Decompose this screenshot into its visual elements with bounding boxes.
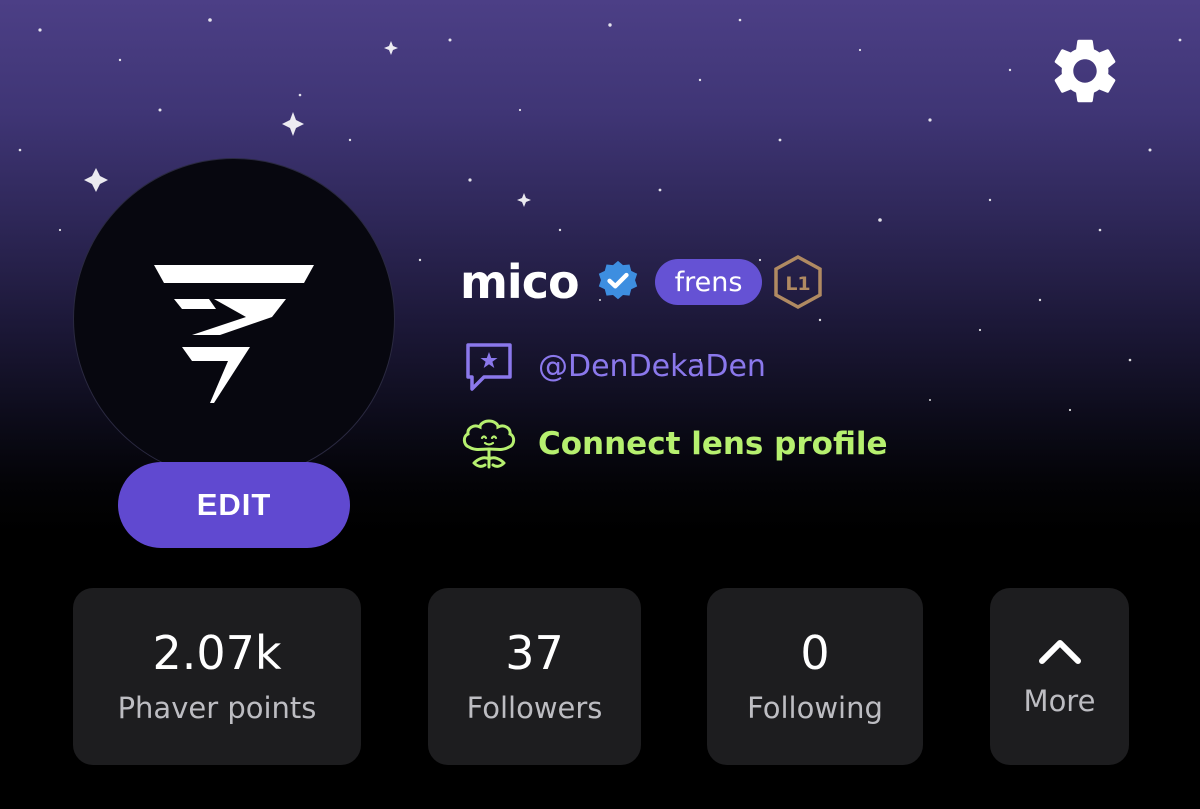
stat-following[interactable]: 0 Following: [707, 588, 923, 765]
stat-value: 0: [800, 626, 830, 681]
frens-badge[interactable]: frens: [654, 259, 763, 305]
chevron-up-icon: [1038, 639, 1081, 664]
stat-label: Followers: [466, 690, 603, 725]
stat-value: 2.07k: [152, 626, 282, 681]
stat-followers[interactable]: 37 Followers: [428, 588, 641, 765]
social-handle[interactable]: @DenDekaDen: [538, 349, 766, 384]
connect-lens-label[interactable]: Connect lens profile: [538, 426, 888, 462]
stat-label: Following: [747, 690, 883, 725]
profile-name: mico: [460, 255, 580, 309]
stat-value: 37: [505, 626, 564, 681]
lens-plant-icon: [462, 419, 516, 469]
social-handle-row[interactable]: @DenDekaDen: [462, 336, 766, 396]
level-hexagon-icon: L1: [774, 255, 823, 309]
profile-name-row: mico frens L1: [460, 250, 824, 314]
avatar-logo-icon: [154, 265, 314, 403]
level-label: L1: [786, 273, 811, 295]
edit-profile-button[interactable]: EDIT: [118, 462, 350, 548]
more-label: More: [1023, 683, 1096, 718]
profile-avatar[interactable]: [73, 158, 395, 480]
more-button[interactable]: More: [990, 588, 1129, 765]
stat-phaver-points[interactable]: 2.07k Phaver points: [73, 588, 361, 765]
connect-lens-link[interactable]: Connect lens profile: [458, 414, 888, 474]
stat-label: Phaver points: [117, 690, 317, 725]
verified-check-icon: [598, 260, 637, 300]
chat-star-icon: [466, 343, 512, 391]
settings-gear-icon[interactable]: [1046, 32, 1124, 110]
